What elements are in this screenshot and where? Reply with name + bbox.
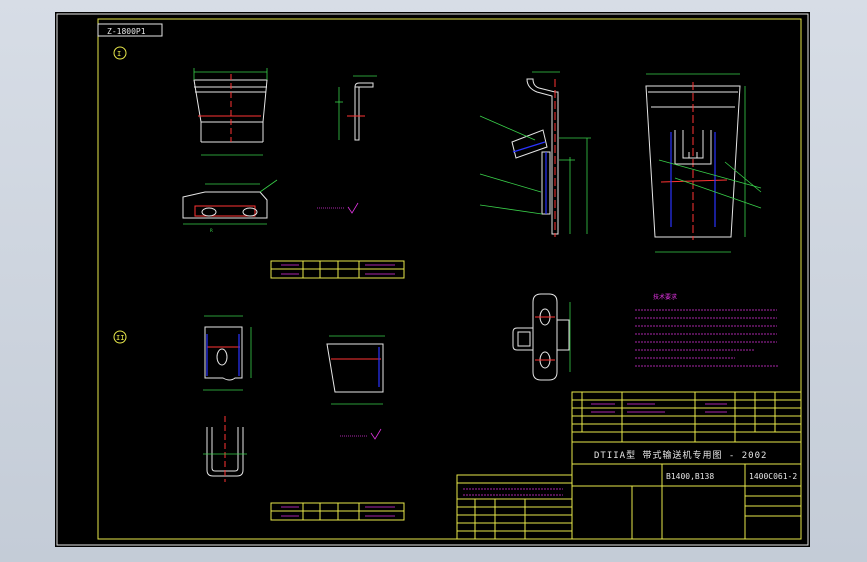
roughness-note-2 — [340, 428, 382, 440]
drawing-number-text: Z-1800P1 — [107, 27, 146, 36]
title-block: DTIIA型 带式输送机专用图 - 2002 B1400,B138 1400C0… — [571, 391, 802, 540]
part-1-plan-view: R — [182, 179, 278, 234]
roughness-note-1 — [317, 202, 359, 214]
parts-table-1 — [270, 260, 405, 279]
clamp-detail-view — [512, 293, 571, 381]
assembly-side-view — [479, 71, 591, 237]
cad-drawing: Z-1800P1 I II R 技术要求 DTIIA型 带式输送机专用图 - 2… — [56, 13, 809, 546]
outer-border — [56, 13, 809, 546]
assembly-front-view — [645, 73, 762, 253]
view-marker-2-label: II — [116, 334, 124, 342]
inner-border — [97, 18, 802, 540]
part-1-front-view — [193, 68, 268, 156]
view-marker-1-label: I — [117, 50, 121, 58]
cad-viewport[interactable]: Z-1800P1 I II R 技术要求 DTIIA型 带式输送机专用图 - 2… — [55, 12, 810, 547]
technical-notes: 技术要求 — [635, 293, 779, 367]
drawing-code: B1400,B138 — [666, 472, 714, 481]
part-code: 1400C061-2 — [749, 472, 797, 481]
part-2-front-view — [203, 315, 252, 391]
part-2-side-view — [203, 416, 247, 482]
part-3-view — [326, 335, 385, 405]
main-title: DTIIA型 带式输送机专用图 - 2002 — [594, 449, 767, 461]
notes-title: 技术要求 — [653, 293, 677, 301]
part-1-side-view — [335, 75, 377, 141]
svg-text:R: R — [210, 228, 213, 234]
revision-table — [456, 474, 573, 540]
parts-table-2 — [270, 502, 405, 521]
